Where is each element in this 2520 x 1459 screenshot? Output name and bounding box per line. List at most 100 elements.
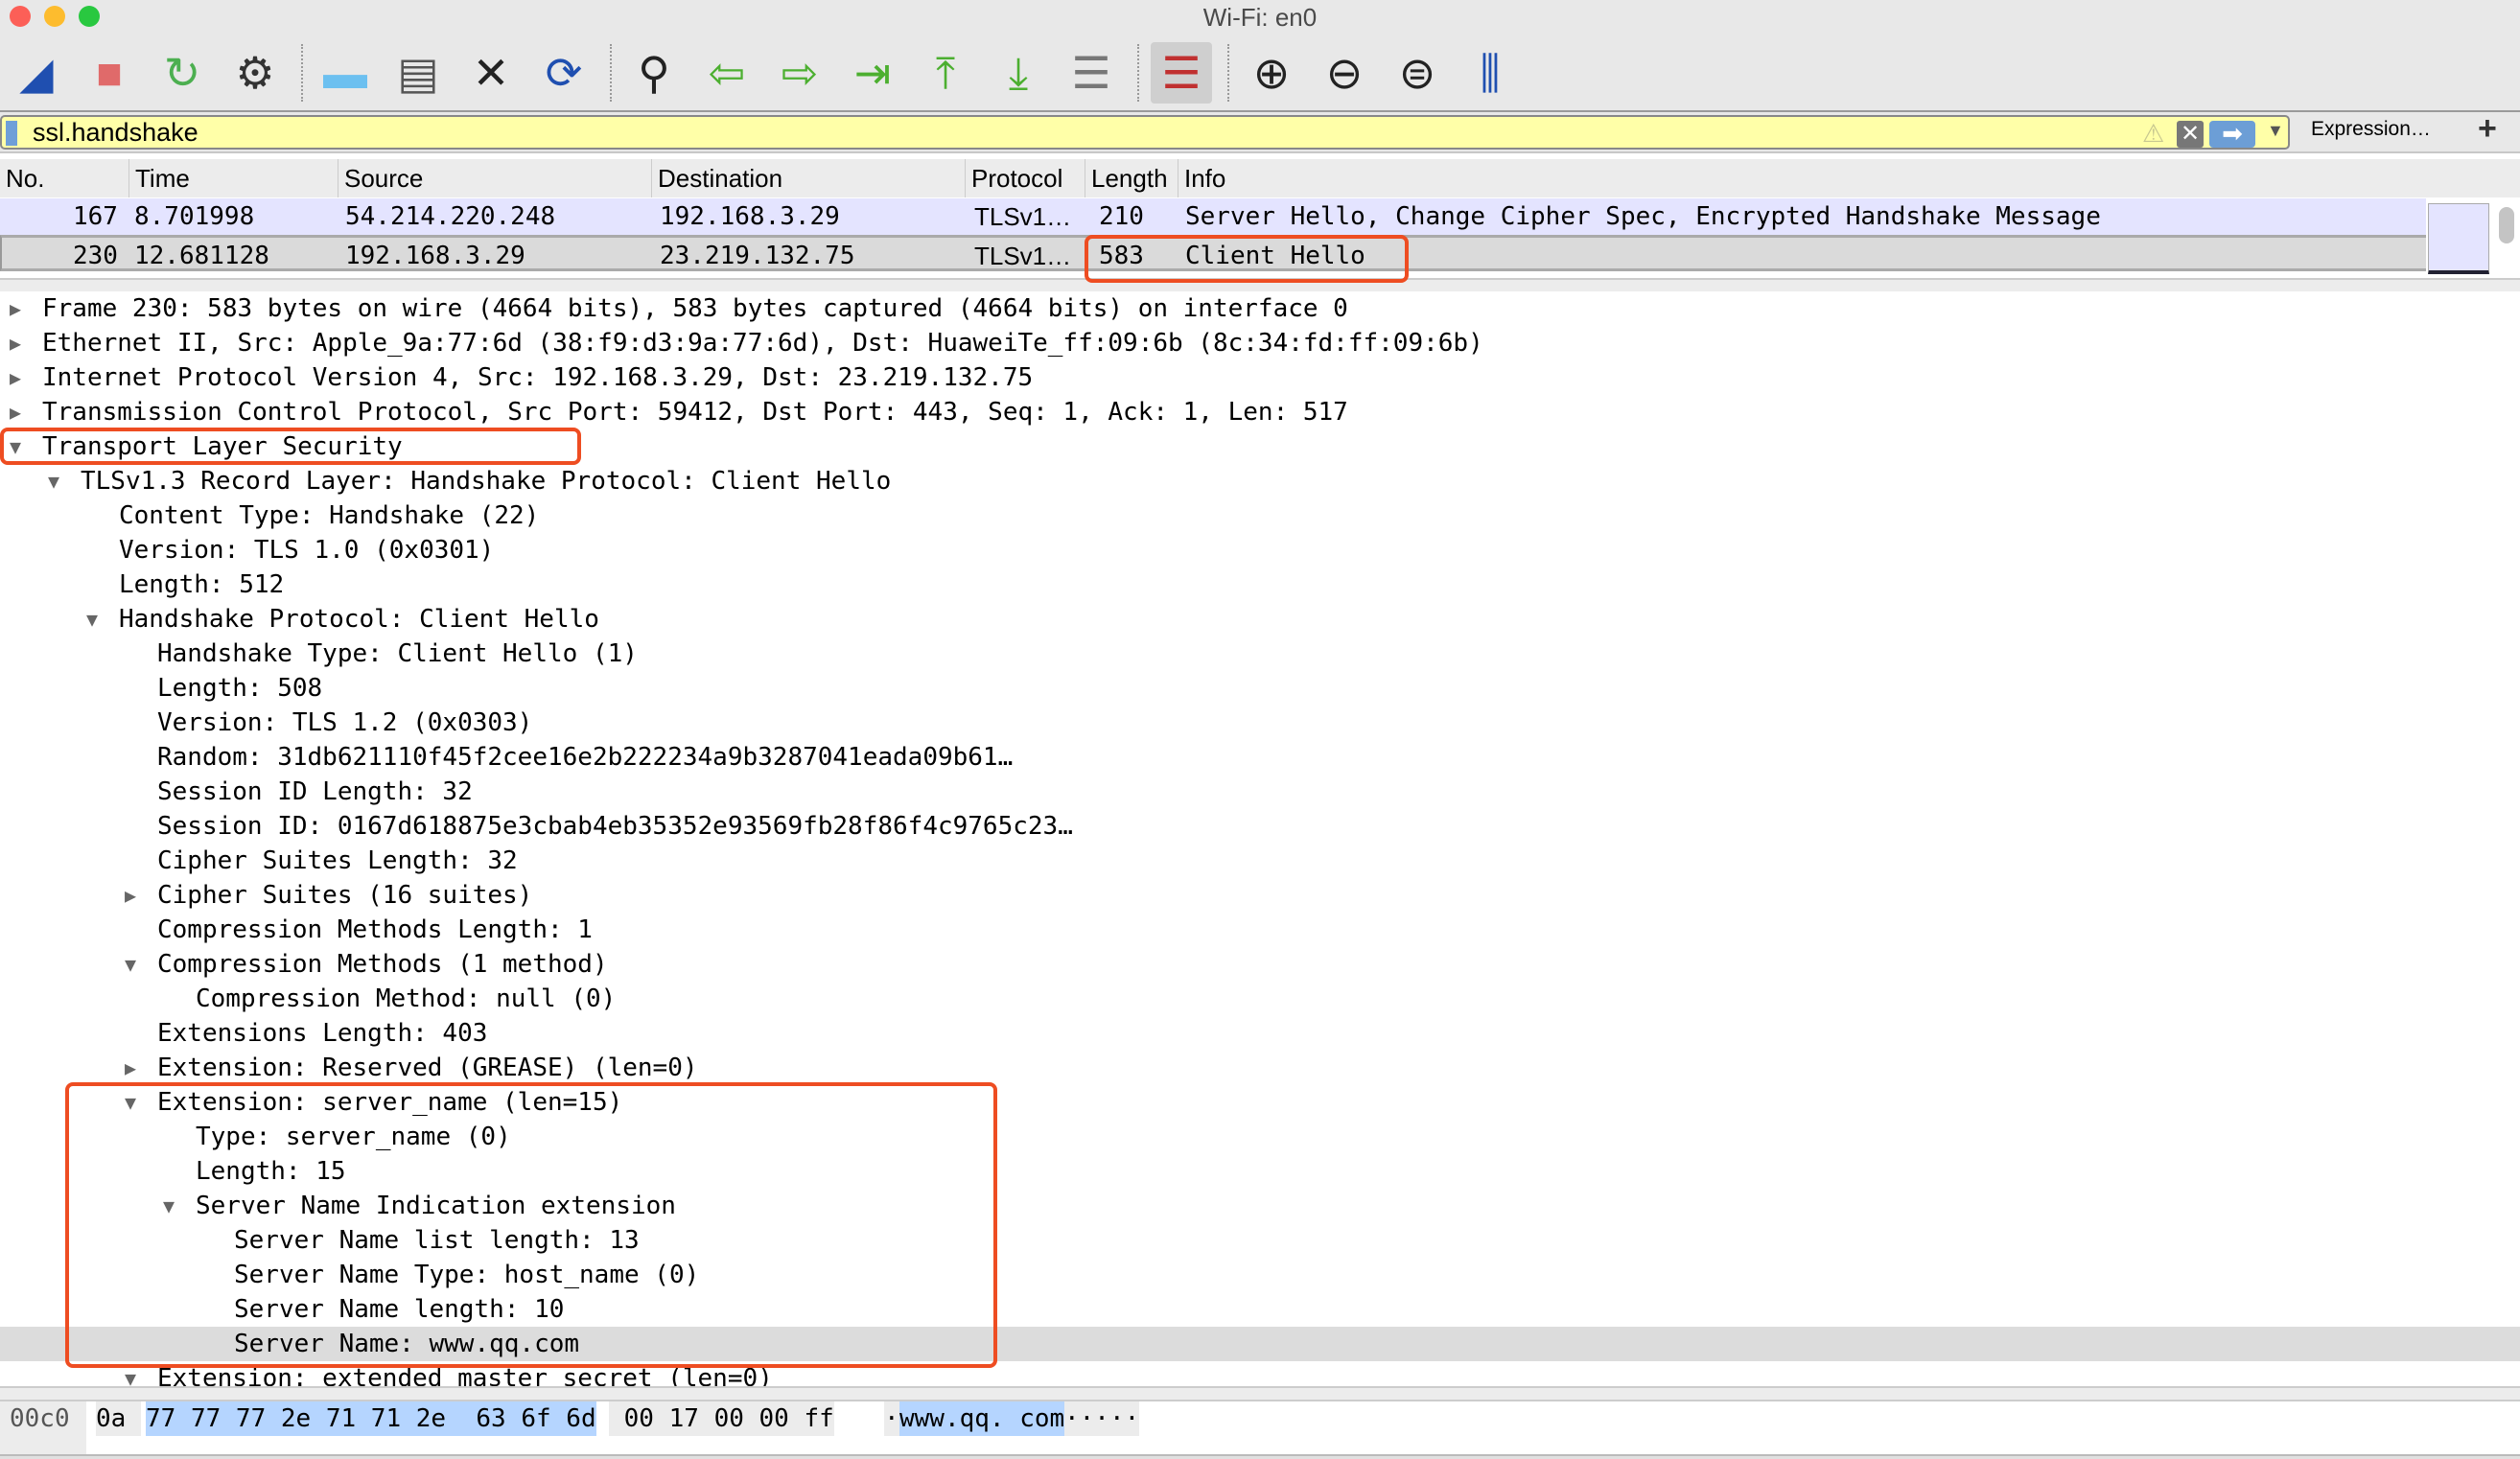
go-forward-button[interactable]: ⇨ [769, 42, 830, 104]
detail-row[interactable]: Cipher Suites Length: 32 [0, 844, 2520, 878]
display-filter-input[interactable] [33, 117, 2123, 148]
detail-row[interactable]: Session ID Length: 32 [0, 775, 2520, 809]
column-source[interactable]: Source [338, 159, 423, 197]
collapsed-triangle-icon[interactable]: ▶ [125, 878, 136, 913]
detail-row[interactable]: ▶ Cipher Suites (16 suites) [0, 878, 2520, 913]
detail-text: Length: 512 [119, 570, 285, 599]
packet-row[interactable]: 167 8.701998 54.214.220.248 192.168.3.29… [0, 198, 2426, 235]
add-filter-button[interactable]: + [2478, 110, 2497, 148]
highlight-box-tls [0, 428, 581, 465]
zoom-normal-button[interactable]: ⊜ [1387, 42, 1448, 104]
close-window-button[interactable] [10, 6, 31, 27]
zoom-out-button[interactable]: ⊖ [1314, 42, 1375, 104]
go-last-packet-button[interactable]: ⤓ [988, 42, 1049, 104]
packet-source: 192.168.3.29 [345, 242, 525, 270]
detail-text: Extensions Length: 403 [157, 1019, 488, 1048]
detail-row[interactable]: Length: 508 [0, 671, 2520, 706]
resize-columns-button[interactable]: ⫼ [1459, 42, 1521, 104]
autoscroll-button[interactable]: ☰ [1061, 42, 1122, 104]
ascii-highlighted[interactable]: www.qq. com [899, 1401, 1065, 1436]
detail-text: Length: 508 [157, 674, 323, 703]
detail-row[interactable]: ▶ Frame 230: 583 bytes on wire (4664 bits… [0, 291, 2520, 326]
column-info[interactable]: Info [1178, 159, 1225, 197]
detail-row[interactable]: Version: TLS 1.2 (0x0303) [0, 706, 2520, 740]
detail-row[interactable]: ▶ Transmission Control Protocol, Src Port… [0, 395, 2520, 429]
pane-splitter[interactable] [0, 1386, 2520, 1401]
detail-row[interactable]: ▶ Internet Protocol Version 4, Src: 192.1… [0, 360, 2520, 395]
column-destination[interactable]: Destination [651, 159, 782, 197]
hex-bytes-post[interactable]: 00 17 00 00 ff [609, 1401, 834, 1436]
collapsed-triangle-icon[interactable]: ▶ [10, 291, 21, 326]
collapsed-triangle-icon[interactable]: ▶ [10, 395, 21, 429]
stop-capture-button[interactable]: ■ [79, 42, 140, 104]
detail-text: Random: 31db621110f45f2cee16e2b222234a9b… [157, 743, 1014, 772]
display-filter-field[interactable]: ⚠ ✕ ➡ ▼ [0, 115, 2290, 150]
go-first-packet-button[interactable]: ⤒ [915, 42, 976, 104]
detail-text: Cipher Suites (16 suites) [157, 881, 533, 910]
collapsed-triangle-icon[interactable]: ▶ [10, 326, 21, 360]
packet-destination: 192.168.3.29 [660, 202, 840, 231]
detail-text: Session ID Length: 32 [157, 777, 473, 806]
apply-filter-button[interactable]: ➡ [2209, 121, 2255, 148]
expanded-triangle-icon[interactable]: ▼ [125, 947, 136, 982]
capture-options-button[interactable]: ⚙ [224, 42, 286, 104]
restart-capture-button[interactable]: ↻ [152, 42, 213, 104]
filter-history-dropdown[interactable]: ▼ [2267, 121, 2284, 141]
detail-row[interactable]: Compression Methods Length: 1 [0, 913, 2520, 947]
minimize-window-button[interactable] [44, 6, 65, 27]
start-capture-button[interactable]: ◢ [6, 42, 67, 104]
open-file-button[interactable]: ▬ [315, 42, 376, 104]
detail-row[interactable]: ▶ Extension: Reserved (GREASE) (len=0) [0, 1051, 2520, 1085]
packet-source: 54.214.220.248 [345, 202, 556, 231]
detail-text: Content Type: Handshake (22) [119, 501, 540, 530]
packet-minimap[interactable] [2428, 203, 2489, 274]
expanded-triangle-icon[interactable]: ▼ [48, 464, 59, 498]
detail-row[interactable]: Content Type: Handshake (22) [0, 498, 2520, 533]
ascii-post[interactable]: ····· [1064, 1401, 1140, 1436]
find-packet-button[interactable]: ⚲ [623, 42, 685, 104]
detail-row[interactable]: ▼ Handshake Protocol: Client Hello [0, 602, 2520, 637]
colorize-button[interactable]: ☰ [1151, 42, 1212, 104]
find-packet-icon: ⚲ [638, 48, 670, 98]
detail-row[interactable]: ▶ Ethernet II, Src: Apple_9a:77:6d (38:f9… [0, 326, 2520, 360]
clear-filter-button[interactable]: ✕ [2177, 121, 2204, 148]
column-time[interactable]: Time [128, 159, 190, 197]
byte-offset: 00c0 [0, 1401, 86, 1454]
zoom-window-button[interactable] [79, 6, 100, 27]
detail-row[interactable]: Extensions Length: 403 [0, 1016, 2520, 1051]
go-to-packet-button[interactable]: ⇥ [842, 42, 903, 104]
detail-text: Handshake Protocol: Client Hello [119, 605, 599, 634]
restart-capture-icon: ↻ [163, 48, 201, 98]
packet-no: 230 [73, 242, 118, 270]
detail-row[interactable]: Compression Method: null (0) [0, 982, 2520, 1016]
detail-text: Cipher Suites Length: 32 [157, 846, 518, 875]
detail-text: TLSv1.3 Record Layer: Handshake Protocol… [81, 467, 892, 496]
column-no[interactable]: No. [0, 159, 44, 197]
detail-row[interactable]: Version: TLS 1.0 (0x0301) [0, 533, 2520, 567]
go-back-button[interactable]: ⇦ [696, 42, 758, 104]
hex-bytes-pre[interactable]: 0a [96, 1401, 141, 1436]
column-protocol[interactable]: Protocol [965, 159, 1062, 197]
zoom-in-button[interactable]: ⊕ [1241, 42, 1302, 104]
detail-row[interactable]: ▼ TLSv1.3 Record Layer: Handshake Protoco… [0, 464, 2520, 498]
collapsed-triangle-icon[interactable]: ▶ [125, 1051, 136, 1085]
detail-row[interactable]: Random: 31db621110f45f2cee16e2b222234a9b… [0, 740, 2520, 775]
detail-row[interactable]: Session ID: 0167d618875e3cbab4eb35352e93… [0, 809, 2520, 844]
toolbar-separator [301, 44, 303, 102]
detail-row[interactable]: ▼ Compression Methods (1 method) [0, 947, 2520, 982]
column-length[interactable]: Length [1085, 159, 1168, 197]
expression-button[interactable]: Expression… [2311, 118, 2431, 141]
reload-file-button[interactable]: ⟳ [533, 42, 595, 104]
collapsed-triangle-icon[interactable]: ▶ [10, 360, 21, 395]
packet-list-scrollbar[interactable] [2499, 207, 2514, 243]
ascii-pre[interactable]: · [884, 1401, 899, 1436]
close-file-button[interactable]: ✕ [460, 42, 522, 104]
status-bar [0, 1454, 2520, 1459]
detail-row[interactable]: Handshake Type: Client Hello (1) [0, 637, 2520, 671]
bookmark-icon[interactable] [6, 121, 17, 146]
detail-row[interactable]: Length: 512 [0, 567, 2520, 602]
expanded-triangle-icon[interactable]: ▼ [86, 602, 98, 637]
packet-no: 167 [73, 202, 118, 231]
save-file-button[interactable]: ▤ [387, 42, 449, 104]
hex-bytes-highlighted[interactable]: 77 77 77 2e 71 71 2e 63 6f 6d [146, 1401, 596, 1436]
